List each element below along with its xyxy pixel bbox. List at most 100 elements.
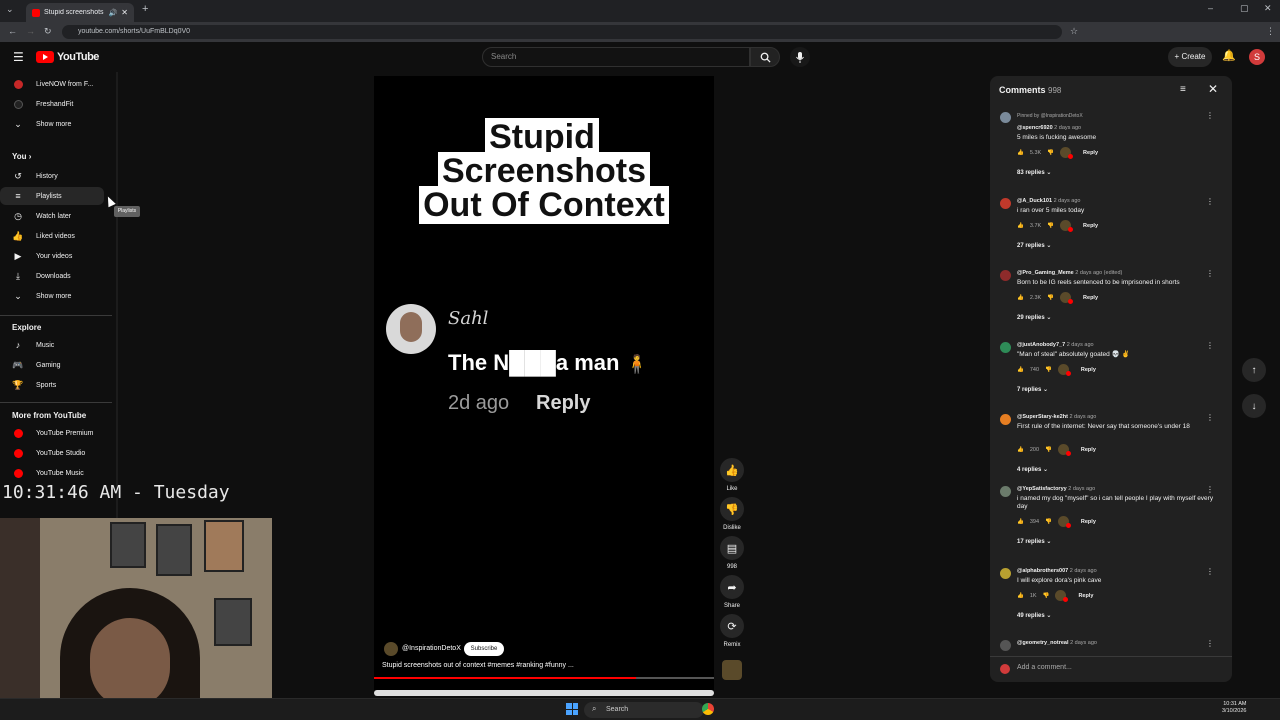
view-replies-button[interactable]: 7 replies ⌄	[1017, 386, 1048, 393]
next-short-preview[interactable]	[374, 690, 714, 696]
sidebar-item-watch-later[interactable]: ◷ Watch later	[0, 207, 116, 225]
sound-thumbnail[interactable]	[722, 660, 742, 680]
sidebar-item-gaming[interactable]: 🎮 Gaming	[0, 356, 116, 374]
tab-close-icon[interactable]: ✕	[121, 8, 128, 17]
create-button[interactable]: + Create	[1168, 47, 1212, 67]
browser-tab[interactable]: Stupid screenshots out of c 🔊 ✕	[26, 3, 134, 22]
show-more-subscriptions[interactable]: ⌄ Show more	[0, 115, 116, 133]
comment-author[interactable]: @Pro_Gaming_Meme 2 days ago (edited)	[1017, 270, 1122, 276]
comment-author[interactable]: @A_Duck101 2 days ago	[1017, 198, 1080, 204]
shorts-video-player[interactable]: Stupid Screenshots Out Of Context Sahl T…	[374, 76, 714, 690]
reply-button[interactable]: Reply	[1078, 593, 1093, 599]
hamburger-menu-icon[interactable]: ☰	[13, 50, 24, 64]
thumbs-up-icon[interactable]: 👍	[1017, 150, 1024, 156]
like-button[interactable]: 👍 Like	[720, 458, 744, 492]
url-field[interactable]: youtube.com/shorts/UuFmBLDq0V0	[62, 25, 1062, 39]
thumbs-down-icon[interactable]: 👎	[1047, 150, 1054, 156]
sidebar-item-sports[interactable]: 🏆 Sports	[0, 376, 116, 394]
account-avatar[interactable]: S	[1249, 49, 1265, 65]
comment-author-avatar[interactable]	[1000, 568, 1011, 579]
comment-more-icon[interactable]: ⋮	[1206, 639, 1214, 648]
close-icon[interactable]: ✕	[1208, 82, 1218, 96]
thumbs-up-icon[interactable]: 👍	[1017, 447, 1024, 453]
comment-author-avatar[interactable]	[1000, 640, 1011, 651]
back-icon[interactable]: ←	[8, 26, 17, 36]
sidebar-item-playlists[interactable]: ≡ Playlists	[0, 187, 104, 205]
channel-name[interactable]: @InspirationDetoX	[402, 645, 461, 652]
thumbs-down-icon[interactable]: 👎	[1045, 519, 1052, 525]
thumbs-up-icon[interactable]: 👍	[1017, 223, 1024, 229]
thumbs-down-icon[interactable]: 👎	[1045, 367, 1052, 373]
remix-button[interactable]: ⟳ Remix	[720, 614, 744, 648]
sidebar-item-subscription[interactable]: LiveNOW from F...	[0, 75, 116, 93]
reply-button[interactable]: Reply	[1083, 223, 1098, 229]
search-input[interactable]: Search	[482, 47, 750, 67]
reply-button[interactable]: Reply	[1083, 295, 1098, 301]
taskbar-search[interactable]: Search	[584, 702, 704, 718]
tab-audio-icon[interactable]: 🔊	[109, 9, 118, 17]
comment-more-icon[interactable]: ⋮	[1206, 567, 1214, 576]
share-button[interactable]: ➦ Share	[720, 575, 744, 609]
sidebar-scrollbar[interactable]	[116, 72, 118, 522]
comments-button[interactable]: ▤ 998	[720, 536, 744, 570]
view-replies-button[interactable]: 17 replies ⌄	[1017, 538, 1051, 545]
sidebar-item-history[interactable]: ↺ History	[0, 167, 116, 185]
search-button[interactable]	[750, 47, 780, 67]
comment-more-icon[interactable]: ⋮	[1206, 413, 1214, 422]
thumbs-up-icon[interactable]: 👍	[1017, 367, 1024, 373]
maximize-icon[interactable]: ▢	[1240, 3, 1249, 14]
comment-more-icon[interactable]: ⋮	[1206, 111, 1214, 120]
thumbs-down-icon[interactable]: 👎	[1045, 447, 1052, 453]
bookmark-star-icon[interactable]: ☆	[1070, 26, 1078, 37]
new-tab-icon[interactable]: +	[142, 3, 148, 15]
comment-author-avatar[interactable]	[1000, 414, 1011, 425]
view-replies-button[interactable]: 29 replies ⌄	[1017, 314, 1051, 321]
dislike-button[interactable]: 👎 Dislike	[720, 497, 744, 531]
comment-author-avatar[interactable]	[1000, 342, 1011, 353]
comment-author-avatar[interactable]	[1000, 270, 1011, 281]
sidebar-item-youtube-studio[interactable]: YouTube Studio	[0, 444, 116, 462]
comment-more-icon[interactable]: ⋮	[1206, 341, 1214, 350]
reply-button[interactable]: Reply	[1081, 367, 1096, 373]
next-short-button[interactable]: ↓	[1242, 394, 1266, 418]
comment-more-icon[interactable]: ⋮	[1206, 269, 1214, 278]
comment-author-avatar[interactable]	[1000, 198, 1011, 209]
comment-author[interactable]: @spencr6920 2 days ago	[1017, 125, 1081, 131]
comment-author[interactable]: @SuperStary-ke2ht 2 days ago	[1017, 414, 1096, 420]
thumbs-up-icon[interactable]: 👍	[1017, 295, 1024, 301]
sidebar-item-your-videos[interactable]: ▶ Your videos	[0, 247, 116, 265]
reply-button[interactable]: Reply	[1081, 519, 1096, 525]
notifications-bell-icon[interactable]: 🔔	[1222, 49, 1236, 62]
video-description[interactable]: Stupid screenshots out of context #memes…	[382, 662, 574, 669]
browser-menu-icon[interactable]: ⋮	[1266, 26, 1275, 37]
thumbs-down-icon[interactable]: 👎	[1047, 295, 1054, 301]
comment-more-icon[interactable]: ⋮	[1206, 197, 1214, 206]
comment-author[interactable]: @alphabrothers007 2 days ago	[1017, 568, 1097, 574]
view-replies-button[interactable]: 27 replies ⌄	[1017, 242, 1051, 249]
thumbs-up-icon[interactable]: 👍	[1017, 519, 1024, 525]
view-replies-button[interactable]: 49 replies ⌄	[1017, 612, 1051, 619]
comment-author[interactable]: @justAnobody7_7 2 days ago	[1017, 342, 1094, 348]
sort-icon[interactable]: ≡	[1180, 84, 1186, 95]
windows-start-icon[interactable]	[566, 703, 578, 715]
view-replies-button[interactable]: 4 replies ⌄	[1017, 466, 1048, 473]
reply-button[interactable]: Reply	[1083, 150, 1098, 156]
sidebar-item-youtube-premium[interactable]: YouTube Premium	[0, 424, 116, 442]
reload-icon[interactable]: ↻	[44, 26, 52, 37]
chrome-taskbar-icon[interactable]	[702, 703, 714, 715]
comment-author-avatar[interactable]	[1000, 486, 1011, 497]
sidebar-item-music[interactable]: ♪ Music	[0, 336, 116, 354]
channel-avatar[interactable]	[384, 642, 398, 656]
subscribe-button[interactable]: Subscribe	[464, 642, 504, 656]
you-heading[interactable]: You ›	[12, 152, 31, 161]
comment-author[interactable]: @YepSatisfactoryy 2 days ago	[1017, 486, 1095, 492]
voice-search-button[interactable]	[790, 47, 810, 67]
thumbs-down-icon[interactable]: 👎	[1047, 223, 1054, 229]
tab-list-icon[interactable]: ⌄	[6, 4, 14, 15]
comment-author[interactable]: @geometry_notreal 2 days ago	[1017, 640, 1097, 646]
comment-author-avatar[interactable]	[1000, 112, 1011, 123]
thumbs-down-icon[interactable]: 👎	[1043, 593, 1050, 599]
sidebar-item-subscription[interactable]: FreshandFit	[0, 95, 116, 113]
view-replies-button[interactable]: 83 replies ⌄	[1017, 169, 1051, 176]
add-comment-input[interactable]: Add a comment...	[1017, 664, 1072, 671]
